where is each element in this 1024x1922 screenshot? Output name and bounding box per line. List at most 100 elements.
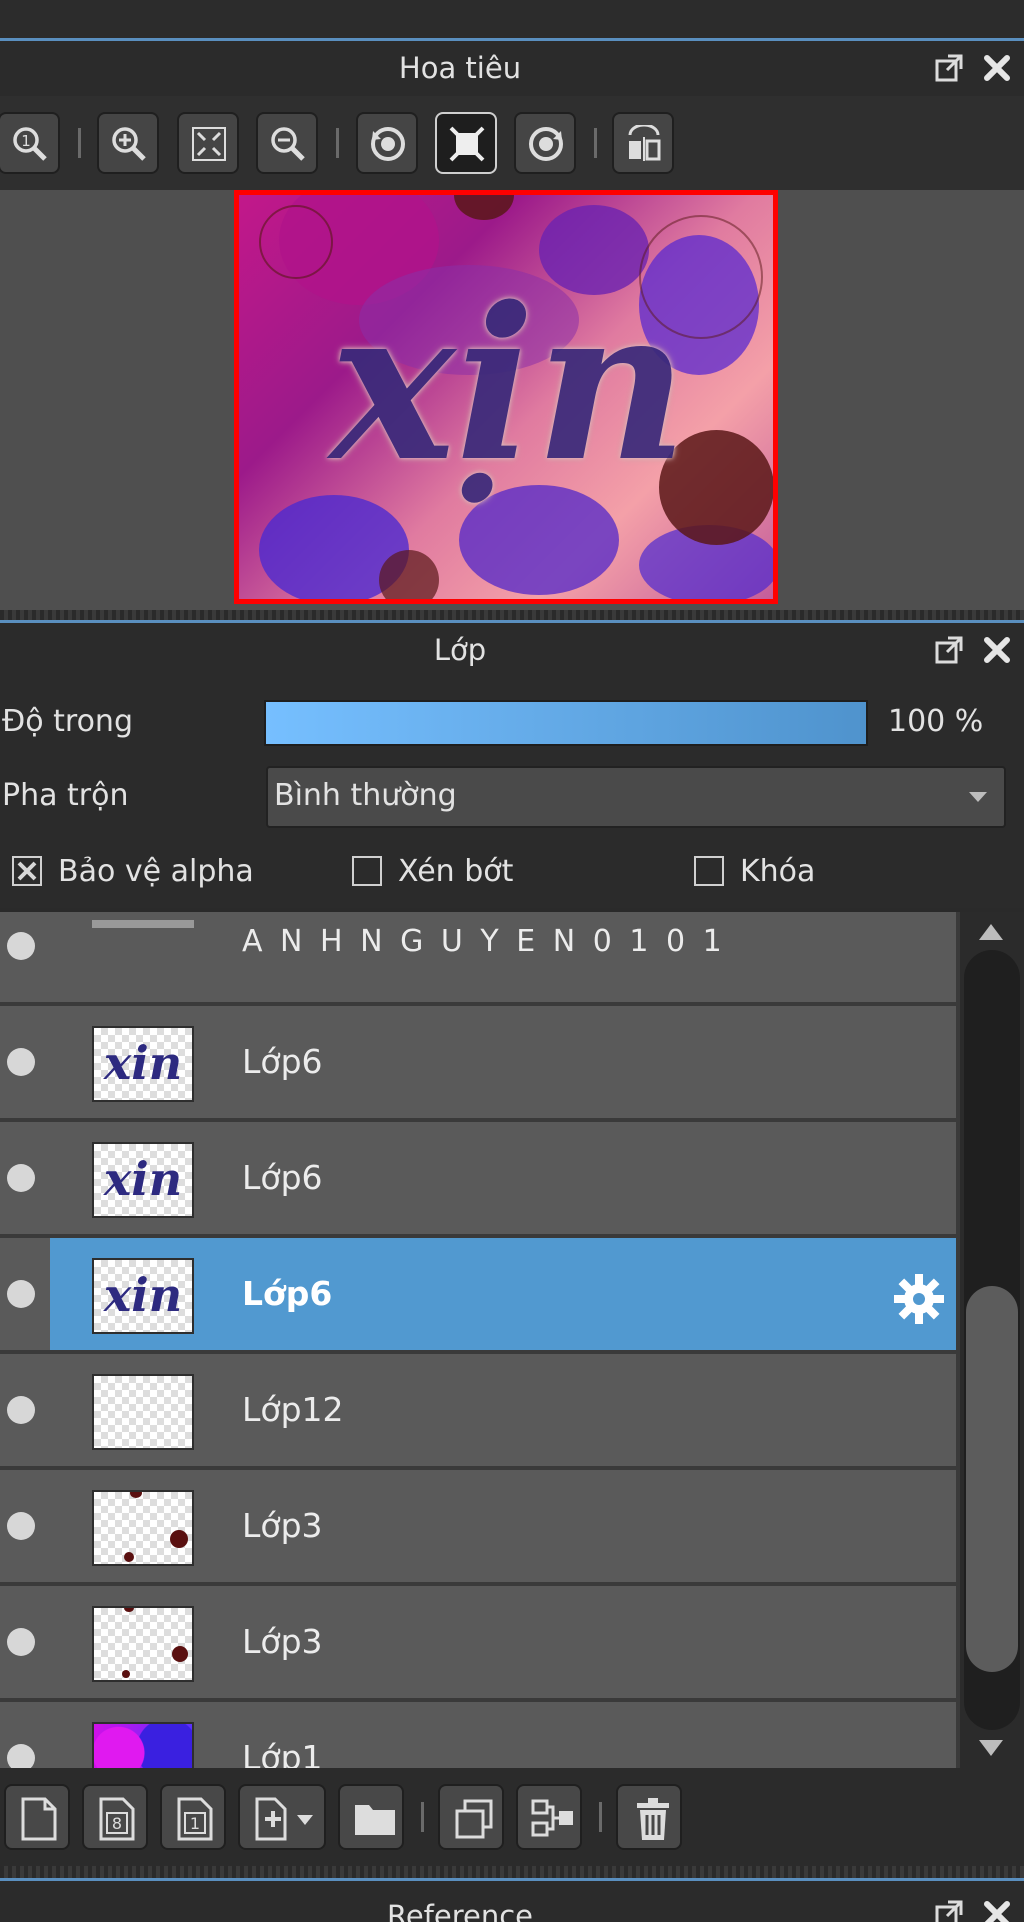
svg-text:8: 8 xyxy=(112,1814,122,1833)
scroll-down-icon[interactable] xyxy=(976,1738,1006,1760)
new-folder-button[interactable] xyxy=(338,1784,404,1850)
delete-layer-button[interactable] xyxy=(616,1784,682,1850)
layer-row[interactable]: A N H N G U Y E N 0 1 0 1 xyxy=(0,912,956,1006)
navigator-preview[interactable]: xịn xyxy=(234,190,778,604)
new-1bit-layer-button[interactable]: 1 xyxy=(160,1784,226,1850)
navigator-header: Hoa tiêu xyxy=(0,38,1024,96)
navigator-toolbar: 1 xyxy=(0,96,1024,190)
rotate-right-button[interactable] xyxy=(514,112,576,174)
thumbnail-text: xin xyxy=(103,1268,183,1322)
navigator-title: Hoa tiêu xyxy=(398,51,522,85)
merge-layer-button[interactable] xyxy=(516,1784,582,1850)
opacity-label: Độ trong xyxy=(2,704,133,739)
merge-layer-icon xyxy=(531,1799,573,1837)
layer-list-scrollbar[interactable] xyxy=(960,912,1024,1768)
fit-window-button[interactable] xyxy=(177,112,239,174)
visibility-toggle[interactable] xyxy=(7,1396,35,1424)
zoom-out-button[interactable] xyxy=(256,112,318,174)
layer-row[interactable]: xin Lớp6 xyxy=(0,1006,956,1122)
layers-title: Lớp xyxy=(433,633,487,667)
lock-checkbox[interactable] xyxy=(694,856,724,886)
navigator-preview-area: xịn xyxy=(0,190,1024,610)
layer-row[interactable]: Lớp1 xyxy=(0,1702,956,1768)
flip-button[interactable] xyxy=(612,112,674,174)
rotate-right-icon xyxy=(529,127,563,161)
thumbnail-dot xyxy=(124,1608,134,1612)
thumbnail-text: xin xyxy=(103,1036,183,1090)
duplicate-layer-button[interactable] xyxy=(438,1784,504,1850)
thumbnail-dot xyxy=(172,1646,188,1662)
panel-divider xyxy=(0,1866,1024,1878)
close-icon[interactable] xyxy=(982,1899,1012,1922)
popout-icon[interactable] xyxy=(934,1899,964,1922)
opacity-slider-fill xyxy=(266,702,866,744)
layer-thumbnail xyxy=(92,1374,194,1450)
folder-icon xyxy=(355,1805,395,1835)
blend-value: Bình thường xyxy=(274,778,457,813)
add-layer-menu-icon xyxy=(255,1797,313,1841)
flip-icon xyxy=(628,125,661,161)
preview-text: xịn xyxy=(330,261,688,508)
layer-name: Lớp12 xyxy=(242,1390,344,1429)
scroll-up-icon[interactable] xyxy=(976,920,1006,942)
new-layer-icon xyxy=(21,1797,57,1841)
new-8bit-layer-button[interactable]: 8 xyxy=(82,1784,148,1850)
popout-icon[interactable] xyxy=(934,635,964,665)
layer-row[interactable]: Lớp3 xyxy=(0,1470,956,1586)
blend-select[interactable]: Bình thường xyxy=(266,766,1006,828)
new-layer-button[interactable] xyxy=(4,1784,70,1850)
layer-thumbnail xyxy=(92,1722,194,1768)
layer-row[interactable]: Lớp12 xyxy=(0,1354,956,1470)
zoom-in-icon xyxy=(112,127,146,161)
reference-title: Reference xyxy=(386,1899,534,1922)
gear-icon[interactable] xyxy=(892,1272,946,1326)
layer-name: A N H N G U Y E N 0 1 0 1 xyxy=(242,924,726,959)
layer-name: Lớp3 xyxy=(242,1506,323,1545)
selected-row-gutter xyxy=(0,1238,50,1350)
layer-name: Lớp6 xyxy=(242,1042,323,1081)
zoom-out-icon xyxy=(271,127,305,161)
visibility-toggle[interactable] xyxy=(7,1744,35,1768)
visibility-toggle[interactable] xyxy=(7,1048,35,1076)
rotate-left-icon xyxy=(371,127,405,161)
zoom-actual-button[interactable]: 1 xyxy=(0,112,60,174)
brown-circle xyxy=(379,550,439,599)
layer-name: Lớp6 xyxy=(242,1158,323,1197)
zoom-in-button[interactable] xyxy=(97,112,159,174)
layer-name: Lớp6 xyxy=(242,1274,333,1313)
visibility-toggle[interactable] xyxy=(7,1280,35,1308)
thumbnail-dot xyxy=(124,1552,134,1562)
layer-row[interactable]: Lớp3 xyxy=(0,1586,956,1702)
layer-row[interactable]: xin Lớp6 xyxy=(0,1122,956,1238)
visibility-toggle[interactable] xyxy=(7,932,35,960)
thumbnail-text: xin xyxy=(103,1152,183,1206)
close-icon[interactable] xyxy=(982,53,1012,83)
opacity-slider[interactable] xyxy=(264,700,868,746)
toolbar-separator xyxy=(78,128,81,158)
clipping-label: Xén bớt xyxy=(398,854,514,889)
rotate-left-button[interactable] xyxy=(356,112,418,174)
toolbar-separator xyxy=(594,128,597,158)
visibility-toggle[interactable] xyxy=(7,1628,35,1656)
add-layer-menu-button[interactable] xyxy=(238,1784,326,1850)
visibility-toggle[interactable] xyxy=(7,1512,35,1540)
layer-list: A N H N G U Y E N 0 1 0 1 xin Lớp6 xin L… xyxy=(0,912,1024,1768)
layer-row-selected[interactable]: xin Lớp6 xyxy=(50,1238,956,1354)
new-8bit-layer-icon: 8 xyxy=(99,1797,135,1841)
lock-label: Khóa xyxy=(740,854,816,889)
layers-bottom-toolbar xyxy=(0,1768,1024,1868)
opacity-value: 100 % xyxy=(888,704,984,739)
protect-alpha-checkbox[interactable] xyxy=(12,856,42,886)
thumbnail-dot xyxy=(130,1492,142,1498)
layers-header: Lớp xyxy=(0,620,1024,678)
svg-text:1: 1 xyxy=(190,1814,200,1833)
layer-thumbnail: xin xyxy=(92,1258,194,1334)
fill-window-icon xyxy=(449,126,485,162)
trash-icon xyxy=(637,1798,669,1840)
visibility-toggle[interactable] xyxy=(7,1164,35,1192)
clipping-checkbox[interactable] xyxy=(352,856,382,886)
scrollbar-thumb[interactable] xyxy=(966,1286,1018,1672)
close-icon[interactable] xyxy=(982,635,1012,665)
fill-window-button[interactable] xyxy=(435,112,497,174)
popout-icon[interactable] xyxy=(934,53,964,83)
